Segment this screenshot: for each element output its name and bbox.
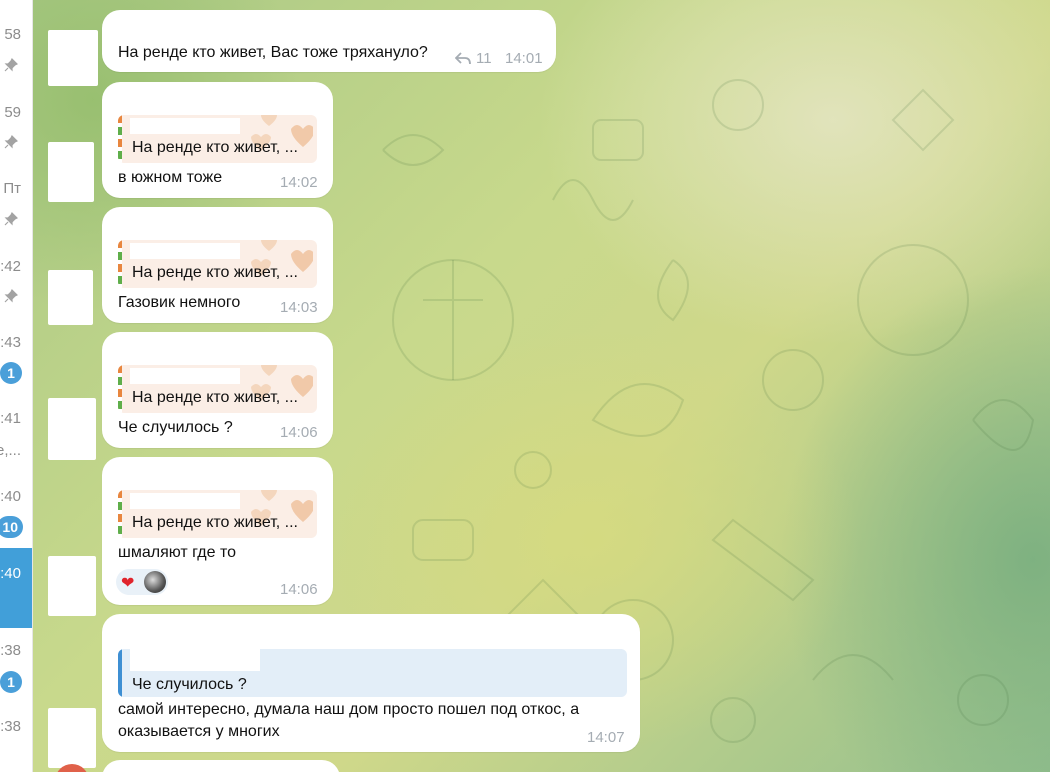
reply-preview[interactable]: На ренде кто живет, ... (118, 115, 317, 163)
reply-icon[interactable] (455, 51, 471, 65)
reactor-avatar (144, 571, 166, 593)
chat-list-item[interactable]: 58 (0, 0, 32, 78)
sender-avatar[interactable] (48, 142, 94, 202)
reply-text: На ренде кто живет, ... (132, 139, 298, 156)
chat-list-time: :40 (0, 488, 21, 505)
message-time: 14:01 (505, 50, 543, 67)
reply-text: На ренде кто живет, ... (132, 389, 298, 406)
reaction-chip[interactable]: ❤ (116, 569, 168, 595)
pin-icon (4, 212, 18, 226)
message-time: 14:02 (280, 174, 318, 191)
message-text: шмаляют где то (118, 544, 236, 561)
reply-preview[interactable]: Че случилось ? (118, 649, 627, 697)
message-bubble[interactable]: На ренде кто живет, ... Газовик немного … (102, 207, 333, 323)
message-bubble[interactable]: На ренде кто живет, ... Че случилось ? 1… (102, 332, 333, 448)
pin-icon (4, 58, 18, 72)
message-bubble[interactable]: На ренде кто живет, ... в южном тоже 14:… (102, 82, 333, 198)
message-time: 14:06 (280, 424, 318, 441)
chat-list-item[interactable]: :43 1 (0, 306, 32, 384)
chat-list-item[interactable]: :42 (0, 230, 32, 308)
heart-reaction-icon: ❤ (121, 575, 135, 592)
chat-list-item[interactable]: :38 (0, 690, 32, 768)
message-bubble[interactable] (102, 760, 340, 772)
chat-list-time: 58 (4, 26, 21, 43)
message-time: 14:03 (280, 299, 318, 316)
message-bubble[interactable]: На ренде кто живет, ... шмаляют где то ❤… (102, 457, 333, 605)
message-bubble[interactable]: На ренде кто живет, Вас тоже тряхануло? … (102, 10, 556, 72)
unread-badge: 10 (0, 516, 23, 538)
message-time: 14:07 (587, 729, 625, 746)
chat-area[interactable]: На ренде кто живет, Вас тоже тряхануло? … (33, 0, 1050, 772)
reply-stripe (118, 490, 122, 538)
sender-avatar[interactable] (48, 30, 98, 86)
reply-preview[interactable]: На ренде кто живет, ... (118, 490, 317, 538)
pin-icon (4, 289, 18, 303)
chat-list-item[interactable]: :38 1 (0, 614, 32, 693)
replies-count[interactable]: 11 (476, 50, 492, 67)
chat-list-item[interactable]: 59 (0, 76, 32, 154)
chat-list-item[interactable]: :41 е,... (0, 382, 32, 460)
chat-list-time: :38 (0, 642, 21, 659)
chat-list-preview: е,... (0, 442, 21, 459)
sender-avatar[interactable] (48, 708, 96, 768)
chat-list-time: :40 (0, 565, 21, 582)
chat-list-item[interactable]: Пт (0, 152, 32, 230)
reply-text: На ренде кто живет, ... (132, 514, 298, 531)
chat-list-time: 59 (4, 104, 21, 121)
message-text: Газовик немного (118, 294, 241, 311)
reply-preview[interactable]: На ренде кто живет, ... (118, 365, 317, 413)
pin-icon (4, 135, 18, 149)
reply-preview[interactable]: На ренде кто живет, ... (118, 240, 317, 288)
message-text: Че случилось ? (118, 419, 233, 436)
message-time: 14:06 (280, 581, 318, 598)
chat-list-sidebar: 58 59 Пт :42 :43 1 :41 е,... :40 10 :40 … (0, 0, 33, 772)
reply-text: На ренде кто живет, ... (132, 264, 298, 281)
message-bubble[interactable]: Че случилось ? самой интересно, думала н… (102, 614, 640, 752)
chat-list-time: Пт (3, 180, 21, 197)
reply-stripe (118, 240, 122, 288)
reply-text: Че случилось ? (132, 676, 247, 693)
message-text-line2: оказывается у многих (118, 723, 280, 740)
unread-badge: 1 (0, 362, 22, 384)
reply-author-hidden (130, 649, 260, 671)
message-text: в южном тоже (118, 169, 223, 186)
sender-avatar[interactable] (48, 398, 96, 460)
message-text: На ренде кто живет, Вас тоже тряхануло? (118, 44, 428, 61)
sender-avatar[interactable] (48, 270, 93, 325)
reply-stripe (118, 649, 122, 697)
chat-list-item[interactable]: :40 10 (0, 460, 32, 538)
reply-stripe (118, 365, 122, 413)
chat-list-time: :41 (0, 410, 21, 427)
message-text-line1: самой интересно, думала наш дом просто п… (118, 701, 580, 718)
reply-stripe (118, 115, 122, 163)
chat-list-time: :38 (0, 718, 21, 735)
chat-list-time: :43 (0, 334, 21, 351)
chat-list-time: :42 (0, 258, 21, 275)
sender-avatar[interactable] (48, 556, 96, 616)
